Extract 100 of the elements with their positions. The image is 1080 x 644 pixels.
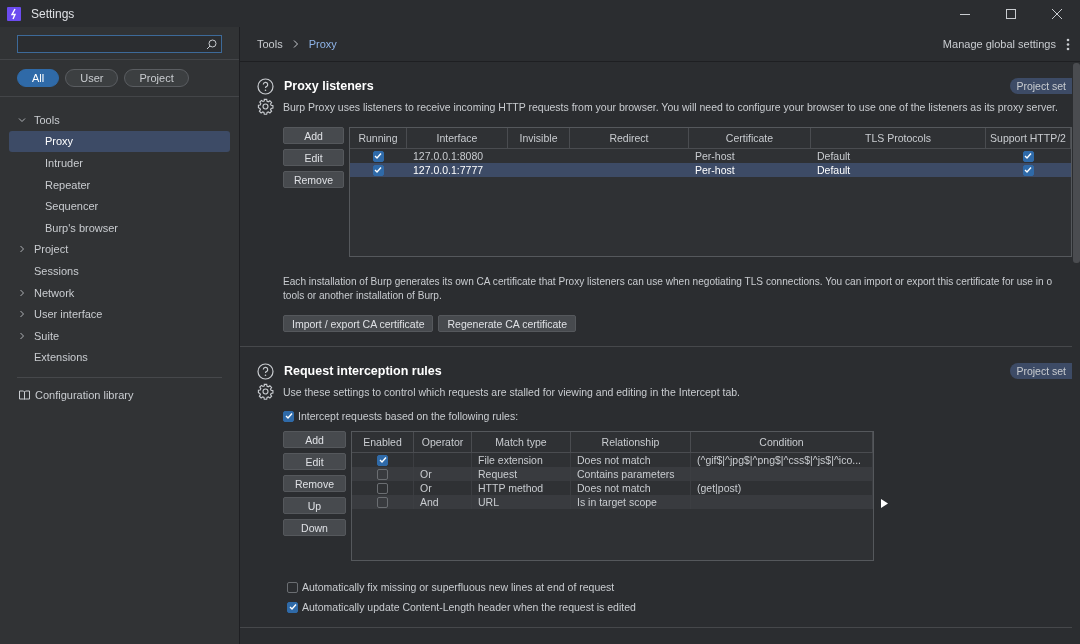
table-button[interactable]: Down [283,519,346,536]
filter-chip[interactable]: User [65,69,119,87]
section-description: Burp Proxy uses listeners to receive incoming HTTP requests from your browser. You will need to configure your browser to use one of the listeners as its proxy server. [283,100,1058,113]
table-cell: File extension [478,454,543,466]
search-icon [206,38,217,50]
column-header[interactable]: Enabled [352,432,414,453]
table-cell: Does not match [577,482,651,494]
configuration-library-link[interactable]: Configuration library [35,389,134,402]
tree-item[interactable]: Project [9,238,230,261]
maximize-icon[interactable] [1006,8,1016,19]
checkbox-label: Automatically update Content-Length header when the request is edited [302,601,636,613]
help-icon[interactable] [257,77,274,95]
breadcrumb-item[interactable]: Proxy [308,38,337,50]
checkbox-label: Intercept requests based on the following rules: [298,410,519,422]
checkbox[interactable] [377,454,388,466]
column-header[interactable]: Condition [691,432,873,453]
breadcrumb-item[interactable]: Tools [257,38,283,50]
column-header[interactable]: TLS Protocols [811,128,986,149]
help-icon[interactable] [257,362,274,380]
certificate-button[interactable]: Regenerate CA certificate [438,315,577,332]
checkbox-label: Automatically fix missing or superfluous new lines at end of request [302,581,615,593]
manage-global-settings-link[interactable]: Manage global settings [942,38,1056,50]
column-header[interactable]: Support HTTP/2 [986,128,1071,149]
tree-item[interactable]: Sessions [9,260,230,282]
table-cell: URL [478,496,499,508]
checkbox[interactable] [1022,150,1034,162]
scope-badge: Project set [1010,363,1072,379]
settings-icon[interactable] [257,98,274,115]
filter-chip[interactable]: Project [124,69,189,87]
checkbox[interactable] [377,468,388,480]
tree-item[interactable]: Proxy [9,130,230,153]
table-row[interactable]: 127.0.0.1:7777 Per-host Default [350,163,1071,177]
table-cell: Per-host [695,150,735,162]
table-button[interactable]: Add [283,431,346,448]
column-header[interactable]: Relationship [571,432,691,453]
tree-item[interactable]: Burp's browser [9,216,230,239]
chevron-icon[interactable] [18,245,26,254]
table-button[interactable]: Add [283,127,344,144]
table-cell: (^gif$|^jpg$|^png$|^css$|^js$|^ico... [697,454,862,466]
table-button[interactable]: Edit [283,453,346,470]
checkbox[interactable] [377,496,388,508]
table-cell: Per-host [695,164,735,176]
table-cell: Request [478,468,518,480]
column-header[interactable]: Invisible [508,128,570,149]
table-cell: Contains parameters [577,468,675,480]
tree-item[interactable]: Suite [9,324,230,347]
table-row[interactable]: 127.0.0.1:8080 Per-host Default [350,149,1071,163]
section-description: Use these settings to control which requests are stalled for viewing and editing in the Intercept tab. [283,385,740,398]
tree-item[interactable]: Repeater [9,173,230,196]
table-button[interactable]: Up [283,497,346,514]
checkbox[interactable] [377,482,388,494]
column-header[interactable]: Operator [414,432,472,453]
table-button[interactable]: Edit [283,149,344,166]
checkbox[interactable] [1022,164,1034,176]
table-cell: (get|post) [697,482,742,494]
table-row[interactable]: Or Request Contains parameters [352,467,873,481]
scrollbar-thumb[interactable] [1073,63,1080,263]
tree-item[interactable]: Tools [9,109,230,131]
table-button[interactable]: Remove [283,171,344,188]
tree-item[interactable]: Intruder [9,152,230,174]
checkbox[interactable] [287,581,298,593]
certificate-button[interactable]: Import / export CA certificate [283,315,434,332]
chevron-icon[interactable] [18,115,26,124]
table-cell: 127.0.0.1:7777 [413,164,484,176]
tree-item[interactable]: User interface [9,303,230,325]
more-icon[interactable] [1066,37,1070,51]
table-row[interactable]: And URL Is in target scope [352,495,873,509]
section-title: Request interception rules [284,364,442,378]
column-header[interactable]: Interface [407,128,508,149]
tree-item[interactable]: Network [9,281,230,304]
checkbox[interactable] [287,601,298,613]
chevron-icon[interactable] [18,331,26,340]
table-cell: Default [817,150,851,162]
table-cell: Or [420,468,432,480]
chevron-icon[interactable] [18,288,26,297]
checkbox[interactable] [372,150,384,162]
column-header[interactable]: Certificate [689,128,811,149]
checkbox[interactable] [283,410,294,422]
column-header[interactable]: Running [350,128,407,149]
tree-item[interactable]: Extensions [9,346,230,369]
window-title: Settings [31,6,75,21]
table-cell: Or [420,482,432,494]
filter-chip[interactable]: All [17,69,60,87]
chevron-icon[interactable] [18,310,26,319]
search-field[interactable] [17,35,222,53]
table-cell: And [420,496,439,508]
chevron-icon [292,40,299,48]
column-header[interactable]: Match type [472,432,571,453]
app-logo-icon [7,6,21,21]
triangle-icon [881,498,888,508]
book-icon [19,390,30,401]
table-cell: HTTP method [478,482,544,494]
column-header[interactable]: Redirect [570,128,689,149]
close-icon[interactable] [1052,8,1062,19]
tree-item[interactable]: Sequencer [9,195,230,217]
settings-icon[interactable] [257,383,274,400]
checkbox[interactable] [372,164,384,176]
table-cell: 127.0.0.1:8080 [413,150,484,162]
table-cell: Default [817,164,851,176]
table-button[interactable]: Remove [283,475,346,492]
